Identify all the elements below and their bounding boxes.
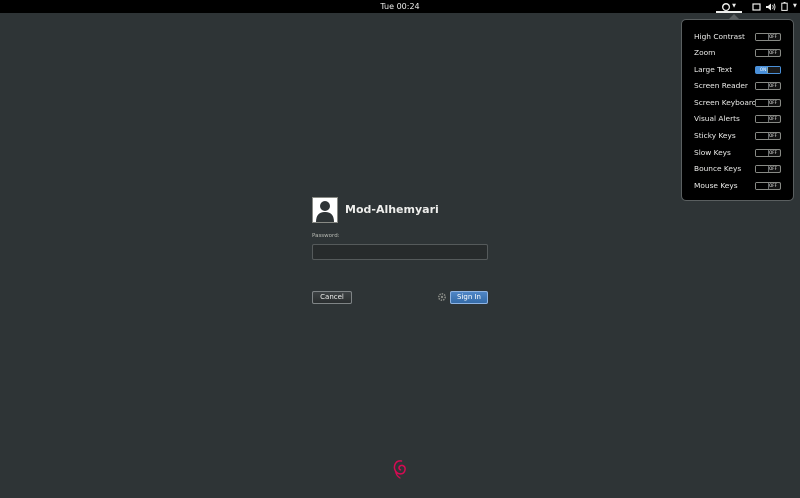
- clock[interactable]: Tue 00:24: [0, 0, 800, 13]
- universal-access-icon: ●: [722, 2, 731, 11]
- switch-state-label: OFF: [769, 183, 777, 188]
- a11y-menu-item[interactable]: Screen Keyboard OFF: [682, 95, 793, 111]
- a11y-menu-item[interactable]: Screen Reader OFF: [682, 78, 793, 94]
- a11y-menu-item[interactable]: Large Text ON: [682, 62, 793, 78]
- switch-state-label: OFF: [769, 133, 777, 138]
- a11y-menu-item[interactable]: Sticky Keys OFF: [682, 128, 793, 144]
- a11y-toggle-switch[interactable]: OFF: [755, 115, 781, 123]
- battery-icon: [781, 2, 788, 11]
- switch-state-label: OFF: [769, 83, 777, 88]
- a11y-toggle-switch[interactable]: OFF: [755, 82, 781, 90]
- a11y-menu-item[interactable]: Zoom OFF: [682, 45, 793, 61]
- a11y-menu-item-label: High Contrast: [694, 32, 745, 41]
- a11y-toggle-switch[interactable]: ON: [755, 66, 781, 74]
- username: Mod-Alhemyari: [345, 203, 439, 216]
- a11y-menu-item-label: Zoom: [694, 48, 716, 57]
- a11y-toggle-switch[interactable]: OFF: [755, 165, 781, 173]
- a11y-menu-item-label: Bounce Keys: [694, 164, 742, 173]
- a11y-menu-item[interactable]: High Contrast OFF: [682, 29, 793, 45]
- display-icon: [752, 2, 761, 11]
- switch-state-label: OFF: [769, 166, 777, 171]
- password-input[interactable]: [312, 244, 488, 260]
- a11y-toggle-switch[interactable]: OFF: [755, 99, 781, 107]
- switch-state-label: ON: [759, 67, 767, 72]
- switch-state-label: OFF: [769, 116, 777, 121]
- a11y-menu-item-label: Large Text: [694, 65, 733, 74]
- switch-state-label: OFF: [769, 34, 777, 39]
- switch-state-label: OFF: [769, 100, 777, 105]
- a11y-menu-item[interactable]: Visual Alerts OFF: [682, 111, 793, 127]
- user-icon: [316, 201, 334, 222]
- password-label: Password:: [312, 233, 340, 239]
- a11y-menu-item-label: Visual Alerts: [694, 114, 740, 123]
- a11y-toggle-switch[interactable]: OFF: [755, 49, 781, 57]
- a11y-menu-item-label: Slow Keys: [694, 148, 731, 157]
- a11y-menu-item[interactable]: Slow Keys OFF: [682, 145, 793, 161]
- switch-state-label: OFF: [769, 150, 777, 155]
- a11y-toggle-switch[interactable]: OFF: [755, 182, 781, 190]
- a11y-menu-item-label: Screen Reader: [694, 81, 748, 90]
- a11y-menu-item-label: Screen Keyboard: [694, 98, 757, 107]
- a11y-menu-item-label: Mouse Keys: [694, 181, 738, 190]
- switch-state-label: OFF: [769, 50, 777, 55]
- top-panel: Tue 00:24 ● ▼ ▼: [0, 0, 800, 13]
- chevron-down-icon: ▼: [793, 3, 797, 9]
- a11y-toggle-switch[interactable]: OFF: [755, 132, 781, 140]
- sign-in-button[interactable]: Sign In: [450, 291, 488, 304]
- gear-icon[interactable]: [437, 292, 447, 302]
- system-menu-button[interactable]: ▼: [750, 0, 800, 13]
- active-indicator: [716, 11, 742, 13]
- debian-logo-icon: [393, 460, 406, 479]
- volume-icon: [766, 3, 776, 10]
- a11y-menu-item[interactable]: Mouse Keys OFF: [682, 178, 793, 194]
- a11y-menu-item-label: Sticky Keys: [694, 131, 736, 140]
- a11y-toggle-switch[interactable]: OFF: [755, 33, 781, 41]
- user-avatar: [312, 197, 338, 223]
- a11y-menu-item[interactable]: Bounce Keys OFF: [682, 161, 793, 177]
- a11y-toggle-switch[interactable]: OFF: [755, 149, 781, 157]
- accessibility-menu: High Contrast OFF Zoom OFF Large Text ON Scree…: [681, 14, 794, 201]
- cancel-button[interactable]: Cancel: [312, 291, 352, 304]
